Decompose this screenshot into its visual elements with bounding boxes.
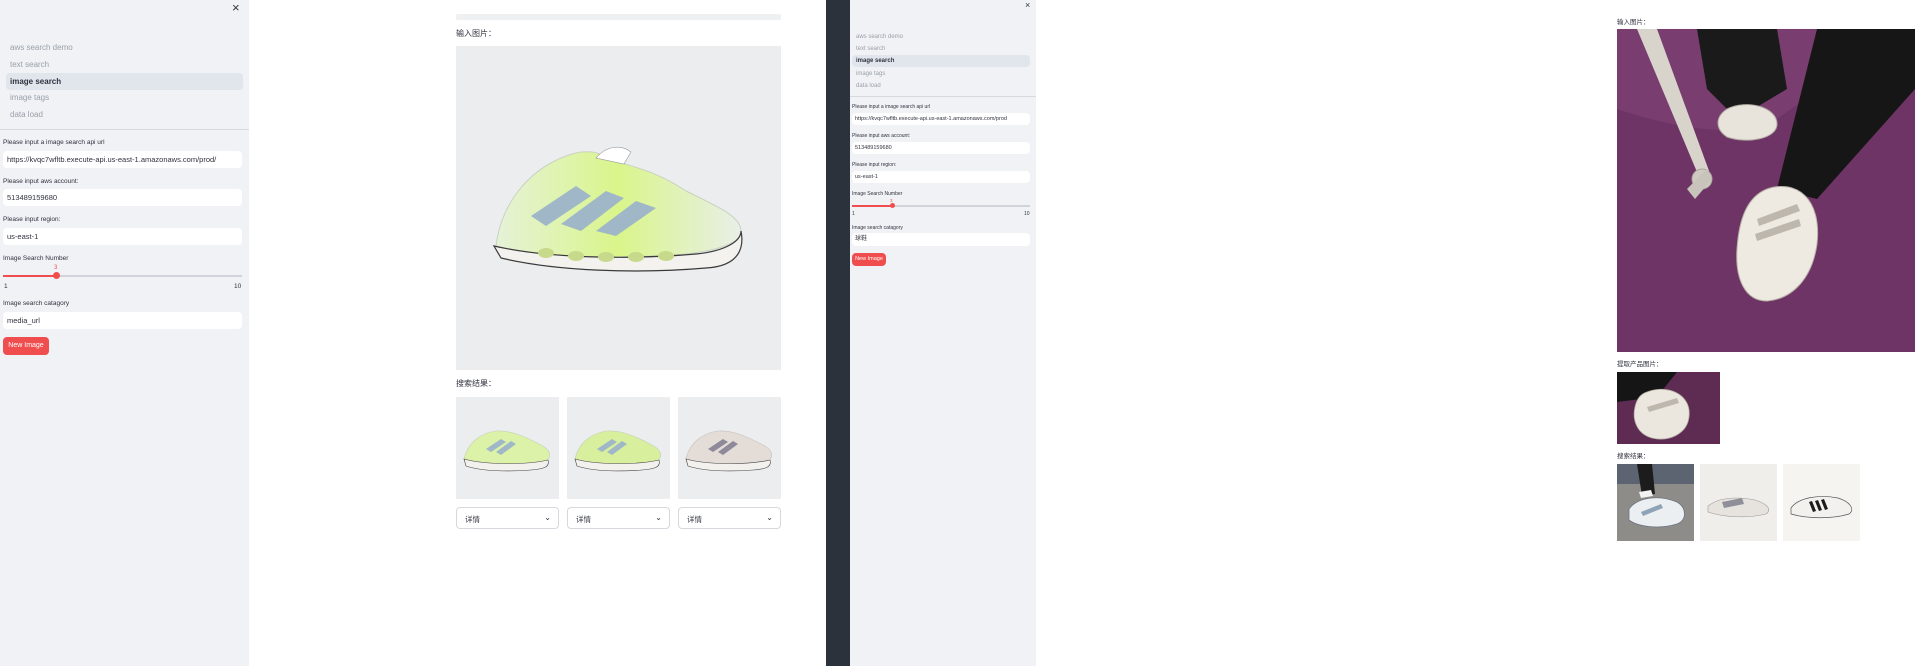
result-shoe-3 xyxy=(685,430,772,472)
image-search-number-label: Image Search Number xyxy=(852,191,903,197)
nav-item-image-tags[interactable]: image tags xyxy=(852,68,1030,80)
image-search-category-label: Image search catagory xyxy=(852,225,903,231)
image-search-category-label: Image search catagory xyxy=(3,300,70,307)
region-input[interactable]: us-east-1 xyxy=(3,228,242,245)
region-label: Please input region: xyxy=(3,216,61,223)
result-photo-shoe-3 xyxy=(1790,496,1852,519)
aws-account-label: Please input aws account: xyxy=(852,133,911,139)
aws-account-input[interactable]: 513489159680 xyxy=(3,189,242,206)
image-search-category-input[interactable]: 球鞋 xyxy=(852,233,1030,246)
aws-account-input[interactable]: 513489159680 xyxy=(852,142,1030,154)
detail-select-1[interactable]: 详情 ⌄ xyxy=(456,507,559,529)
region-input[interactable]: us-east-1 xyxy=(852,171,1030,183)
chevron-down-icon: ⌄ xyxy=(655,513,662,522)
api-url-label: Please input a image search api url xyxy=(3,139,105,146)
slider-thumb[interactable] xyxy=(890,203,895,208)
photo-shoe-legs xyxy=(1617,29,1915,352)
slider-min: 1 xyxy=(852,211,855,217)
image-search-number-slider[interactable] xyxy=(852,205,1030,207)
sidebar-divider xyxy=(0,129,249,130)
detail-select-2-label: 详情 xyxy=(576,515,591,524)
close-sidebar-button[interactable]: × xyxy=(232,0,240,15)
region-label: Please input region: xyxy=(852,162,897,168)
main-left: 输入图片： 搜索结果： 详情 ⌄ 详情 ⌄ 详情 ⌄ xyxy=(249,0,826,666)
detail-select-3[interactable]: 详情 ⌄ xyxy=(678,507,781,529)
close-sidebar-button[interactable]: × xyxy=(1025,0,1030,10)
search-results-label: 搜索结果： xyxy=(456,379,496,388)
search-results-label: 搜索结果： xyxy=(1617,453,1650,460)
detail-select-3-label: 详情 xyxy=(687,515,702,524)
image-search-number-label: Image Search Number xyxy=(3,255,69,262)
chevron-down-icon: ⌄ xyxy=(766,513,773,522)
input-image-label: 输入图片： xyxy=(1617,19,1650,26)
input-image-label: 输入图片： xyxy=(456,29,496,38)
image-search-number-slider[interactable] xyxy=(3,275,242,277)
extracted-image-label: 提取产品图片： xyxy=(1617,361,1663,368)
nav-item-text-search[interactable]: text search xyxy=(6,56,243,73)
result-image-1[interactable] xyxy=(456,397,559,499)
sidebar-left: × aws search demo text search image sear… xyxy=(0,0,249,666)
slider-max: 10 xyxy=(234,283,242,290)
result-image-2[interactable] xyxy=(567,397,670,499)
result-photo-shoe-1 xyxy=(1617,464,1694,541)
extracted-shoe xyxy=(1617,372,1720,444)
nav-item-image-tags[interactable]: image tags xyxy=(6,89,243,106)
result-shoe-1 xyxy=(463,430,550,472)
sidebar-divider xyxy=(850,96,1036,97)
api-url-input[interactable]: https://kvqc7wfltb.execute-api.us-east-1… xyxy=(852,113,1030,125)
slider-value: 3 xyxy=(54,265,58,271)
new-image-button[interactable]: New Image xyxy=(852,253,886,266)
api-url-label: Please input a image search api url xyxy=(852,104,931,110)
slider-thumb[interactable] xyxy=(53,272,60,279)
api-url-input[interactable]: https://kvqc7wfltb.execute-api.us-east-1… xyxy=(3,151,242,168)
chevron-down-icon: ⌄ xyxy=(544,513,551,522)
detail-select-2[interactable]: 详情 ⌄ xyxy=(567,507,670,529)
slider-max: 10 xyxy=(1024,211,1030,217)
nav-item-data-load[interactable]: data load xyxy=(6,106,243,123)
top-bar xyxy=(456,14,781,20)
result-photo-shoe-2 xyxy=(1707,497,1769,518)
main-right: 输入图片： 提取产品图片： 搜索结果： xyxy=(1036,0,1930,666)
detail-select-1-label: 详情 xyxy=(465,515,480,524)
slider-fill xyxy=(3,275,56,277)
nav-item-image-search[interactable]: image search xyxy=(852,55,1030,67)
sidebar-right: × aws search demo text search image sear… xyxy=(850,0,1036,666)
slider-min: 1 xyxy=(4,283,8,290)
aws-account-label: Please input aws account: xyxy=(3,178,79,185)
nav-item-image-search[interactable]: image search xyxy=(6,73,243,90)
result-photo-2[interactable] xyxy=(1700,464,1777,541)
input-photo xyxy=(1617,29,1915,352)
nav-item-aws-search-demo[interactable]: aws search demo xyxy=(6,39,243,56)
result-shoe-2 xyxy=(574,430,661,472)
new-image-button[interactable]: New Image xyxy=(3,337,49,355)
slider-fill xyxy=(852,205,892,207)
result-image-3[interactable] xyxy=(678,397,781,499)
nav-item-aws-search-demo[interactable]: aws search demo xyxy=(852,31,1030,43)
result-photo-1[interactable] xyxy=(1617,464,1694,541)
nav-item-text-search[interactable]: text search xyxy=(852,43,1030,55)
extracted-photo xyxy=(1617,372,1720,444)
nav-item-data-load[interactable]: data load xyxy=(852,80,1030,92)
image-search-category-input[interactable]: media_url xyxy=(3,312,242,329)
shoe-image xyxy=(492,146,743,272)
result-photo-3[interactable] xyxy=(1783,464,1860,541)
input-image xyxy=(456,46,781,370)
